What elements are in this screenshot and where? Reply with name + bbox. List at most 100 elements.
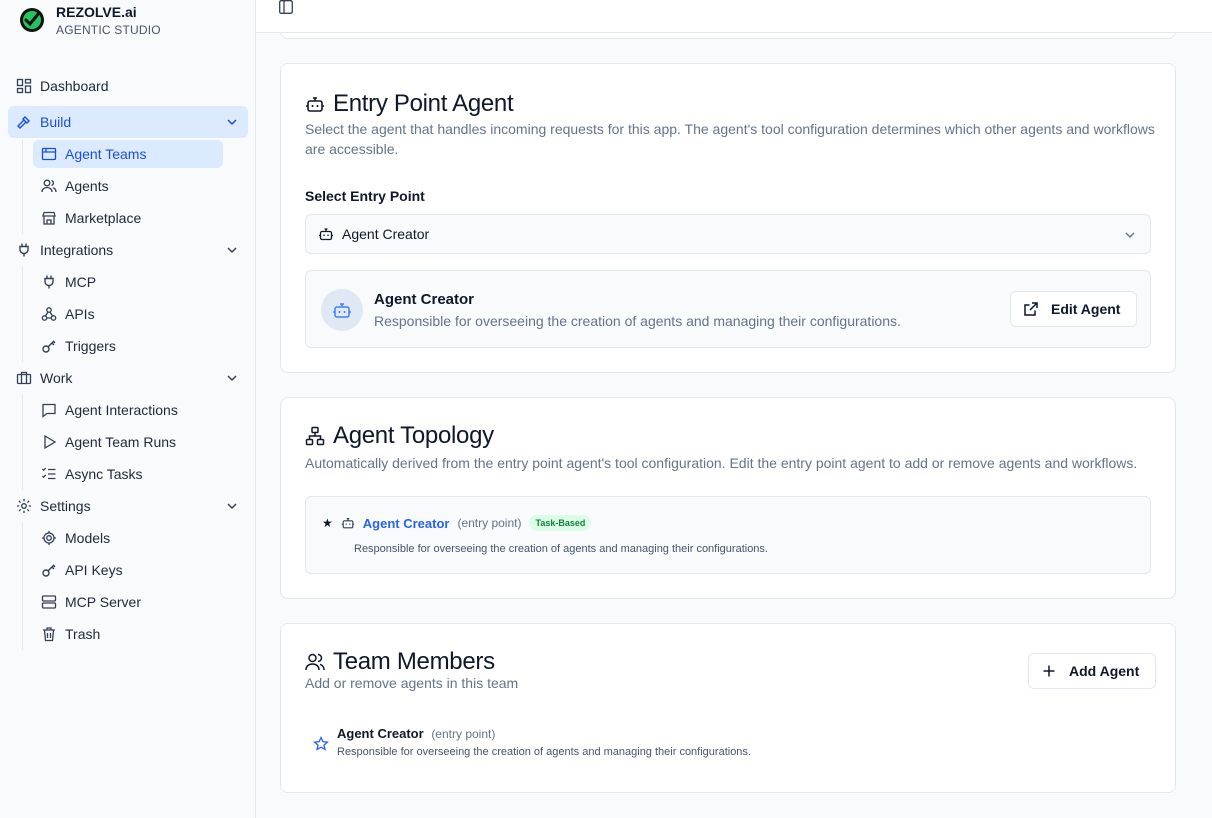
brand-name: REZOLVE.ai <box>56 4 137 20</box>
sidebar-group-label: Integrations <box>40 242 114 258</box>
plug-icon <box>16 242 32 258</box>
sidebar-item-trash[interactable]: Trash <box>33 618 222 650</box>
key-icon <box>41 338 57 354</box>
brand-subtitle: AGENTIC STUDIO <box>56 23 161 37</box>
entry-point-title: Entry Point Agent <box>305 90 514 118</box>
bot-icon <box>305 94 325 114</box>
topology-agent-description: Responsible for overseeing the creation … <box>354 543 768 555</box>
sidebar-group-work[interactable]: Work <box>8 362 248 394</box>
gear-icon <box>16 498 32 514</box>
entry-star-icon: ★ <box>322 516 333 530</box>
chevron-down-icon[interactable] <box>226 244 238 256</box>
hammer-icon <box>16 114 32 130</box>
sidebar-item-label: MCP Server <box>65 594 141 610</box>
server-icon <box>41 594 57 610</box>
entry-point-card: Entry Point Agent Select the agent that … <box>280 63 1176 373</box>
add-agent-button[interactable]: Add Agent <box>1028 653 1157 689</box>
sidebar-integrations-submenu: MCP APIs Triggers <box>22 266 222 362</box>
trash-icon <box>41 626 57 642</box>
bot-icon <box>341 516 355 530</box>
sidebar-group-integrations[interactable]: Integrations <box>8 234 248 266</box>
sidebar-item-label: Agent Interactions <box>65 402 178 418</box>
cog-icon <box>41 530 57 546</box>
team-members-title-text: Team Members <box>333 648 495 675</box>
agent-avatar <box>321 289 363 331</box>
sidebar-group-label: Settings <box>40 498 91 514</box>
select-entry-point-label: Select Entry Point <box>305 188 425 204</box>
logo-check-icon <box>20 8 44 32</box>
team-member-name-line: Agent Creator (entry point) <box>337 726 495 741</box>
sidebar-nav: Dashboard Build Agent Teams Agents Marke… <box>8 70 248 650</box>
previous-card-edge <box>280 33 1176 39</box>
users-icon <box>305 652 325 672</box>
team-member-entry-tag: (entry point) <box>431 727 496 741</box>
sidebar-item-api-keys[interactable]: API Keys <box>33 554 222 586</box>
sidebar-item-label: MCP <box>65 274 97 290</box>
entry-agent-description: Responsible for overseeing the creation … <box>374 313 901 329</box>
entry-point-description: Select the agent that handles incoming r… <box>305 121 1155 157</box>
sidebar-item-agents[interactable]: Agents <box>33 170 222 202</box>
agent-topology-card: Agent Topology Automatically derived fro… <box>280 397 1176 599</box>
team-members-title: Team Members <box>305 648 495 676</box>
topology-node: ★ Agent Creator (entry point) Task-Based… <box>305 496 1151 574</box>
chevron-down-icon[interactable] <box>226 500 238 512</box>
agent-topology-title-text: Agent Topology <box>333 422 494 449</box>
chevron-down-icon[interactable] <box>226 116 238 128</box>
entry-agent-detail: Agent Creator Responsible for overseeing… <box>305 270 1151 348</box>
webhook-icon <box>41 306 57 322</box>
entry-point-select[interactable]: Agent Creator <box>305 214 1151 254</box>
sidebar-item-mcp-server[interactable]: MCP Server <box>33 586 222 618</box>
plug-icon <box>41 274 57 290</box>
sidebar-item-label: Models <box>65 530 111 546</box>
team-member-name: Agent Creator <box>337 726 424 741</box>
sidebar-settings-submenu: Models API Keys MCP Server Trash <box>22 522 222 650</box>
dashboard-icon <box>16 78 32 94</box>
sidebar-item-triggers[interactable]: Triggers <box>33 330 222 362</box>
plus-icon <box>1041 663 1057 679</box>
entry-point-title-text: Entry Point Agent <box>333 90 514 117</box>
entry-agent-name: Agent Creator <box>374 291 475 308</box>
sidebar-item-apis[interactable]: APIs <box>33 298 222 330</box>
external-link-icon <box>1023 301 1039 317</box>
agent-topology-description: Automatically derived from the entry poi… <box>305 455 1138 471</box>
sidebar-item-marketplace[interactable]: Marketplace <box>33 202 222 234</box>
sidebar-item-label: Trash <box>65 626 101 642</box>
store-icon <box>41 210 57 226</box>
play-icon <box>41 434 57 450</box>
sidebar-item-dashboard[interactable]: Dashboard <box>8 70 248 102</box>
sidebar-group-settings[interactable]: Settings <box>8 490 248 522</box>
edit-agent-label: Edit Agent <box>1051 301 1121 317</box>
sidebar-item-agent-teams[interactable]: Agent Teams <box>33 140 223 168</box>
topology-agent-link[interactable]: Agent Creator <box>363 516 450 531</box>
sidebar-item-async-tasks[interactable]: Async Tasks <box>33 458 222 490</box>
topology-node-header: ★ Agent Creator (entry point) Task-Based <box>322 515 592 531</box>
sidebar-item-label: APIs <box>65 306 95 322</box>
chevron-down-icon[interactable] <box>226 372 238 384</box>
sidebar-group-label: Build <box>40 114 72 130</box>
sidebar-item-agent-interactions[interactable]: Agent Interactions <box>33 394 222 426</box>
sidebar-item-label: Async Tasks <box>65 466 143 482</box>
edit-agent-button[interactable]: Edit Agent <box>1010 291 1138 327</box>
agent-topology-title: Agent Topology <box>305 422 494 450</box>
briefcase-icon <box>16 370 32 386</box>
star-icon[interactable] <box>313 736 329 752</box>
sidebar-item-label: Agent Team Runs <box>65 434 177 450</box>
key-icon <box>41 562 57 578</box>
sidebar-toggle-icon[interactable] <box>279 0 293 14</box>
sidebar-group-build[interactable]: Build <box>8 106 248 138</box>
main-content: Entry Point Agent Select the agent that … <box>256 33 1212 818</box>
sidebar-item-mcp[interactable]: MCP <box>33 266 222 298</box>
sidebar-item-models[interactable]: Models <box>33 522 222 554</box>
sidebar-item-label: Agents <box>65 178 109 194</box>
team-members-card: Team Members Add or remove agents in thi… <box>280 623 1176 793</box>
top-bar <box>256 0 1212 33</box>
team-member-description: Responsible for overseeing the creation … <box>337 746 751 758</box>
sidebar-item-agent-team-runs[interactable]: Agent Team Runs <box>33 426 222 458</box>
message-square-icon <box>41 402 57 418</box>
brand[interactable]: REZOLVE.ai AGENTIC STUDIO <box>18 4 161 38</box>
entry-point-select-value: Agent Creator <box>342 226 430 242</box>
sidebar-item-label: Agent Teams <box>65 146 147 162</box>
users-icon <box>41 178 57 194</box>
sidebar-group-label: Work <box>40 370 73 386</box>
network-icon <box>305 426 325 446</box>
